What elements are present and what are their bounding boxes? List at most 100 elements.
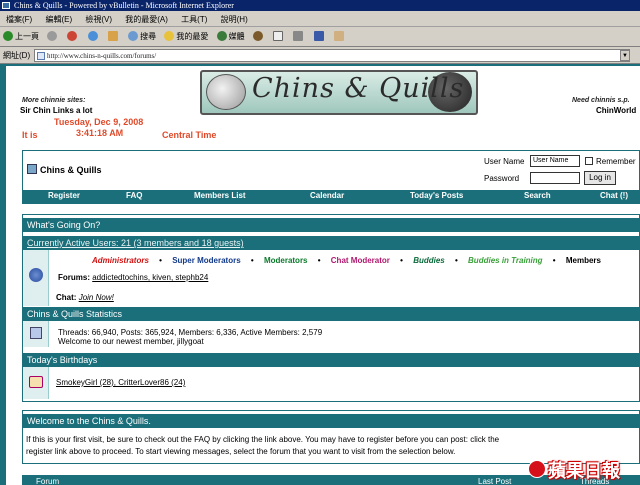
- legend-buddies-in-training: Buddies in Training: [468, 256, 543, 265]
- statistics-header: Chins & Quills Statistics: [23, 307, 640, 321]
- refresh-icon: [87, 31, 98, 41]
- back-arrow-icon: [3, 31, 13, 41]
- forward-button[interactable]: [44, 30, 62, 44]
- ie-icon: [2, 2, 10, 9]
- chat-label: Chat:: [56, 293, 77, 302]
- discuss-button[interactable]: [331, 30, 349, 44]
- legend-super-moderators: Super Moderators: [172, 256, 241, 265]
- printer-icon: [293, 31, 304, 41]
- legend-buddies: Buddies: [413, 256, 445, 265]
- nav-todays-posts[interactable]: Today's Posts: [410, 191, 463, 200]
- password-label: Password: [484, 174, 520, 183]
- current-time: 3:41:18 AM: [76, 128, 124, 138]
- favorites-button[interactable]: 我的最愛: [161, 30, 211, 44]
- window-title-bar: Chins & Quills - Powered by vBulletin - …: [0, 0, 640, 11]
- address-dropdown-button[interactable]: ▼: [620, 50, 630, 61]
- home-button[interactable]: [105, 30, 123, 44]
- need-chinnis-label: Need chinnis s.p.: [572, 97, 630, 104]
- stop-icon: [67, 31, 78, 41]
- current-date: Tuesday, Dec 9, 2008: [54, 117, 144, 127]
- online-icon-column: [23, 250, 49, 306]
- column-forum: Forum: [36, 477, 60, 485]
- welcome-text-line1: If this is your first visit, be sure to …: [26, 435, 500, 444]
- sir-chin-link[interactable]: Sir Chin Links a lot: [20, 106, 92, 115]
- login-button[interactable]: Log in: [584, 171, 616, 185]
- chat-online-line: Chat: Join Now!: [56, 293, 114, 302]
- usergroup-legend: Administrators • Super Moderators • Mode…: [92, 256, 601, 265]
- remember-me-label: Remember: [596, 157, 636, 166]
- join-chat-link[interactable]: Join Now!: [79, 293, 114, 302]
- active-users-link[interactable]: Currently Active Users: 21 (3 members an…: [23, 236, 640, 250]
- online-user-links[interactable]: addictedtochins, kiven, stephb24: [92, 273, 208, 282]
- media-button[interactable]: 媒體: [214, 30, 248, 44]
- site-title[interactable]: Chins & Quills: [40, 165, 102, 175]
- timezone-label: Central Time: [162, 130, 217, 140]
- window-title: Chins & Quills - Powered by vBulletin - …: [14, 1, 234, 10]
- username-input[interactable]: User Name: [530, 155, 580, 167]
- menu-tools[interactable]: 工具(T): [175, 11, 212, 25]
- address-label: 網址(D): [3, 51, 31, 60]
- birthdays-header: Today's Birthdays: [23, 353, 640, 367]
- menu-help[interactable]: 說明(H): [215, 11, 253, 25]
- stop-button[interactable]: [64, 30, 82, 44]
- logo-text: Chins & Quills: [252, 73, 465, 104]
- menu-edit[interactable]: 編輯(E): [39, 11, 77, 25]
- menu-favorites[interactable]: 我的最愛(A): [119, 11, 173, 25]
- address-input[interactable]: http://www.chins-n-quills.com/forums/: [34, 49, 630, 62]
- nav-members-list[interactable]: Members List: [194, 191, 246, 200]
- refresh-button[interactable]: [85, 30, 103, 44]
- birthday-icon-column: [23, 367, 49, 399]
- menu-view[interactable]: 檢視(V): [79, 11, 117, 25]
- nav-faq[interactable]: FAQ: [126, 191, 142, 200]
- edit-button[interactable]: [311, 30, 329, 44]
- statistics-icon: [30, 327, 42, 339]
- users-online-icon: [29, 268, 43, 282]
- media-icon: [216, 31, 227, 41]
- forums-label: Forums:: [58, 273, 90, 282]
- search-icon: [128, 31, 139, 41]
- it-is-label: It is: [22, 130, 38, 140]
- legend-chat-moderator: Chat Moderator: [330, 256, 390, 265]
- apple-daily-logo-icon: [528, 460, 546, 478]
- whats-going-on-header: What's Going On?: [23, 218, 640, 232]
- newspaper-watermark: 蘋果日報: [548, 461, 620, 482]
- discuss-icon: [333, 31, 344, 41]
- chinchilla-icon: [206, 74, 246, 110]
- stats-icon-column: [23, 321, 49, 347]
- search-button[interactable]: 搜尋: [125, 30, 159, 44]
- forward-arrow-icon: [47, 31, 58, 41]
- menu-bar: 檔案(F) 編輯(E) 檢視(V) 我的最愛(A) 工具(T) 說明(H): [0, 11, 640, 27]
- more-sites-label: More chinnie sites:: [22, 97, 86, 104]
- print-button[interactable]: [290, 30, 308, 44]
- history-button[interactable]: [250, 30, 268, 44]
- star-icon: [164, 31, 175, 41]
- username-label: User Name: [484, 157, 525, 166]
- legend-administrators: Administrators: [92, 256, 149, 265]
- column-last-post: Last Post: [478, 477, 512, 485]
- page-icon: [37, 52, 45, 60]
- welcome-text-line2: register link above to proceed. To start…: [26, 447, 456, 456]
- newest-member: Welcome to our newest member, jillygoat: [58, 337, 204, 346]
- home-icon: [107, 31, 118, 41]
- chinworld-link[interactable]: ChinWorld: [596, 106, 636, 115]
- forum-home-icon: [27, 164, 37, 174]
- history-icon: [252, 31, 263, 41]
- menu-file[interactable]: 檔案(F): [0, 11, 37, 25]
- nav-calendar[interactable]: Calendar: [310, 191, 344, 200]
- edit-icon: [313, 31, 324, 41]
- birthday-cake-icon: [29, 376, 43, 388]
- nav-register[interactable]: Register: [48, 191, 80, 200]
- toolbar: 上一頁 搜尋 我的最愛 媒體: [0, 27, 640, 47]
- welcome-header: Welcome to the Chins & Quills.: [23, 414, 640, 428]
- nav-chat[interactable]: Chat (!): [600, 191, 628, 200]
- legend-members: Members: [565, 256, 601, 265]
- mail-button[interactable]: [270, 30, 288, 44]
- remember-me-checkbox[interactable]: [585, 157, 593, 165]
- mail-icon: [273, 31, 284, 41]
- legend-moderators: Moderators: [263, 256, 308, 265]
- forum-statistics: Threads: 66,940, Posts: 365,924, Members…: [58, 328, 323, 337]
- birthday-users[interactable]: SmokeyGirl (28), CritterLover86 (24): [56, 378, 185, 387]
- back-button[interactable]: 上一頁: [0, 30, 42, 44]
- password-input[interactable]: [530, 172, 580, 184]
- nav-search[interactable]: Search: [524, 191, 551, 200]
